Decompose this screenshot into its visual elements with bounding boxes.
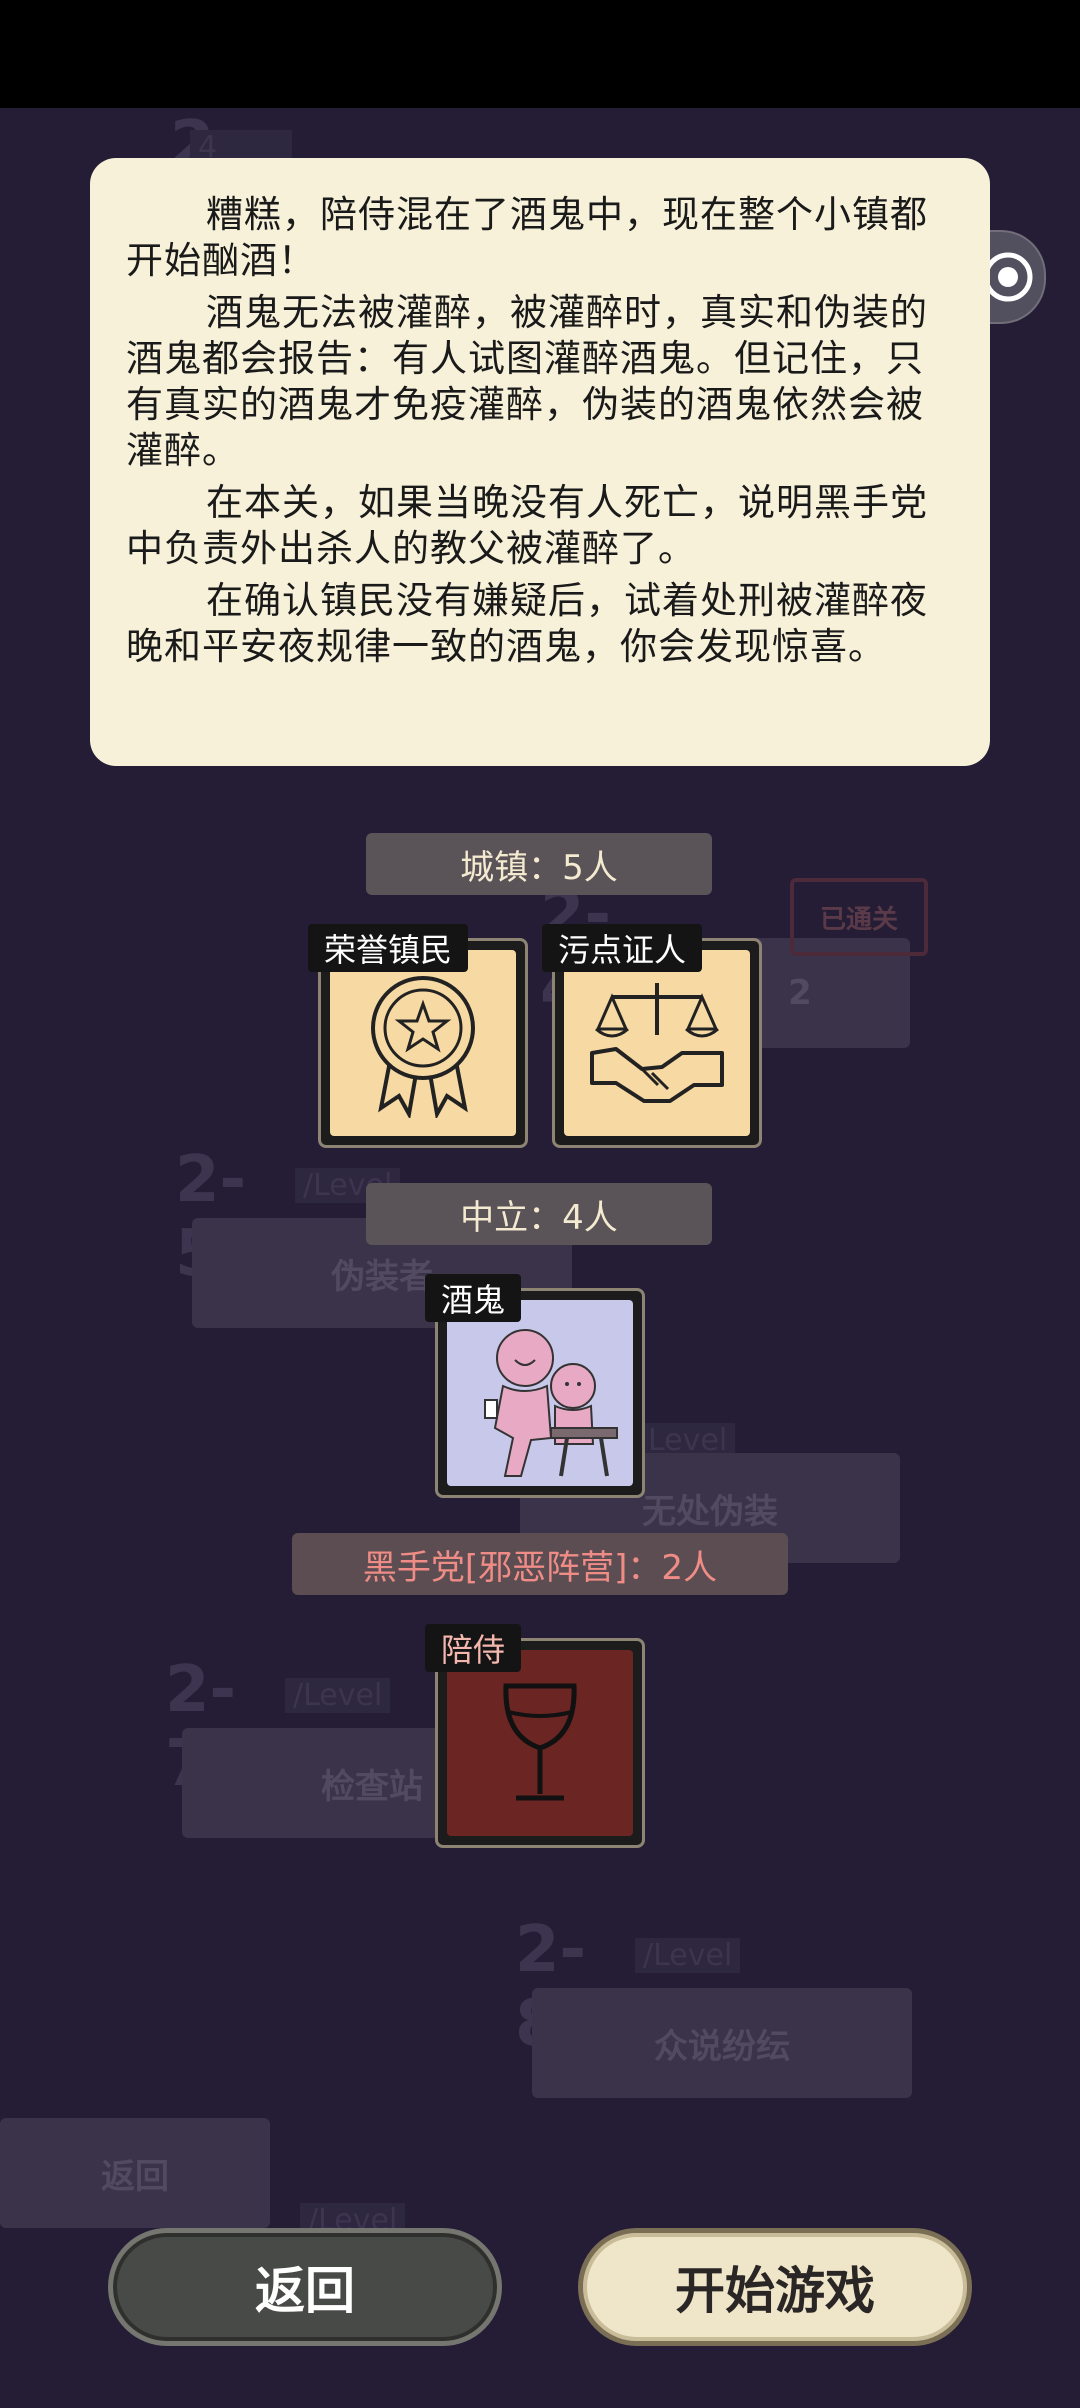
- scales-handshake-icon: [590, 983, 724, 1103]
- role-name-label: 陪侍: [425, 1624, 522, 1672]
- status-bar: [0, 0, 1080, 108]
- start-game-button[interactable]: 开始游戏: [578, 2228, 972, 2346]
- mafia-faction-header: 黑手党[邪恶阵营]：2人: [292, 1533, 788, 1595]
- intro-paragraph: 在本关，如果当晚没有人死亡，说明黑手党中负责外出杀人的教父被灌醉了。: [126, 481, 928, 570]
- role-name-label: 荣誉镇民: [308, 924, 469, 972]
- role-card-escort[interactable]: 陪侍: [425, 1624, 645, 1848]
- role-portrait: [447, 1650, 633, 1836]
- role-card-honor-citizen[interactable]: 荣誉镇民: [308, 924, 528, 1148]
- level-intro-card: 糟糕，陪侍混在了酒鬼中，现在整个小镇都开始酗酒！ 酒鬼无法被灌醉，被灌醉时，真实…: [90, 158, 990, 766]
- role-card-drunk[interactable]: 酒鬼: [425, 1274, 645, 1498]
- town-faction-header: 城镇：5人: [366, 833, 712, 895]
- role-portrait: [447, 1300, 633, 1486]
- role-portrait: [330, 950, 516, 1136]
- back-button[interactable]: 返回: [108, 2228, 502, 2346]
- role-name-label: 酒鬼: [425, 1274, 522, 1322]
- neutral-faction-header: 中立：4人: [366, 1183, 712, 1245]
- intro-paragraph: 糟糕，陪侍混在了酒鬼中，现在整个小镇都开始酗酒！: [126, 193, 928, 282]
- role-card-witness[interactable]: 污点证人: [542, 924, 762, 1148]
- role-portrait: [564, 950, 750, 1136]
- drinking-people-icon: [484, 1329, 618, 1477]
- intro-paragraph: 在确认镇民没有嫌疑后，试着处刑被灌醉夜晚和平安夜规律一致的酒鬼，你会发现惊喜。: [126, 579, 928, 668]
- wine-glass-icon: [503, 1683, 577, 1801]
- intro-paragraph: 酒鬼无法被灌醉，被灌醉时，真实和伪装的酒鬼都会报告：有人试图灌醉酒鬼。但记住，只…: [126, 291, 928, 472]
- medal-icon: [371, 976, 475, 1118]
- role-name-label: 污点证人: [542, 924, 703, 972]
